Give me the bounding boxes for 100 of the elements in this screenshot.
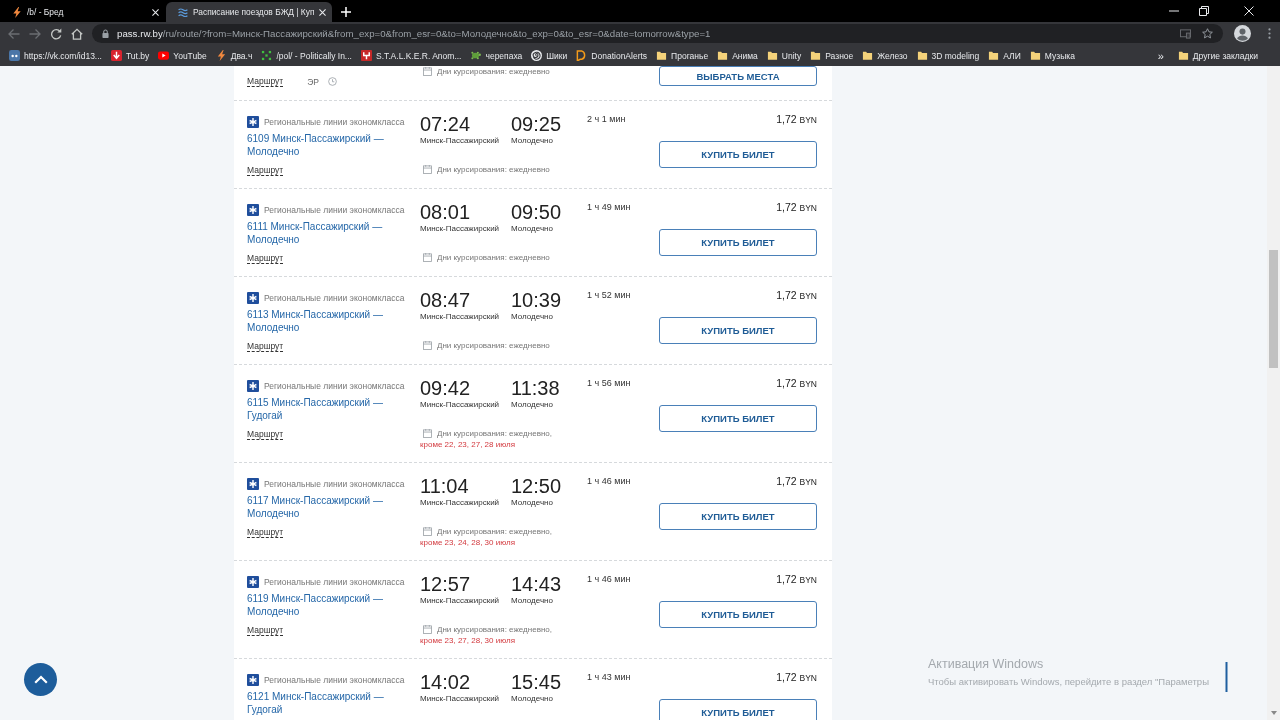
browser-tab[interactable]: /b/ - Бред [0, 2, 166, 22]
arrival-time: 15:45 [511, 671, 562, 693]
close-tab-icon[interactable] [319, 8, 327, 16]
ticket-price: 1,72 BYN [776, 475, 817, 489]
choose-seats-button[interactable]: ВЫБРАТЬ МЕСТА [659, 66, 817, 86]
bookmark[interactable]: Музыка [1029, 50, 1075, 61]
dots-icon [261, 50, 273, 61]
departure-station: Минск-Пассажирский [420, 311, 500, 322]
ticket-price: 1,72 BYN [776, 573, 817, 587]
route-link[interactable]: Маршрут [247, 429, 284, 440]
arrival-time: 12:50 [511, 475, 562, 497]
departure-station: Минск-Пассажирский [420, 223, 500, 234]
route-link[interactable]: Маршрут [247, 625, 284, 636]
clock-icon [328, 77, 337, 86]
bookmark[interactable]: S.T.A.L.K.E.R. Anom... [360, 50, 462, 61]
bookmark[interactable]: /pol/ - Politically In... [261, 50, 352, 61]
activation-title: Активация Windows [928, 657, 1045, 672]
train-category: Региональные линии экономкласса [264, 478, 405, 490]
train-name-link[interactable]: 6115 Минск-Пассажирский — Гудогай [247, 396, 397, 422]
travel-duration: 1 ч 46 мин [587, 573, 631, 586]
train-name-link[interactable]: 6113 Минск-Пассажирский — Молодечно [247, 308, 397, 334]
train-name-link[interactable]: 6121 Минск-Пассажирский — Гудогай [247, 690, 397, 716]
scrollbar-thumb[interactable] [1269, 250, 1278, 368]
route-link[interactable]: Маршрут [247, 341, 284, 352]
restore-icon[interactable] [1199, 6, 1209, 16]
other-bookmarks-folder[interactable]: Другие закладки [1177, 50, 1258, 61]
bookmark[interactable]: черепаха [470, 50, 523, 61]
arrival-station: Молодечно [511, 135, 553, 146]
route-link[interactable]: Маршрут [247, 527, 284, 538]
bookmark[interactable]: Два.ч [215, 50, 253, 61]
arrival-time: 14:43 [511, 573, 562, 595]
buy-ticket-button[interactable]: КУПИТЬ БИЛЕТ [659, 405, 817, 432]
square-emblem-icon [247, 116, 259, 128]
waves-icon [178, 6, 188, 18]
buy-ticket-button[interactable]: КУПИТЬ БИЛЕТ [659, 503, 817, 530]
running-days: Дни курсирования: ежедневно [437, 340, 550, 351]
route-link[interactable]: Маршрут [247, 253, 284, 264]
activation-message: Чтобы активировать Windows, перейдите в раздел "Параметры [928, 675, 1209, 688]
train-category: Региональные линии экономкласса [264, 380, 405, 392]
square-emblem-icon [247, 380, 259, 392]
departure-time: 14:02 [420, 671, 471, 693]
arrival-time: 10:39 [511, 289, 562, 311]
bookmark[interactable]: 3D modeling [916, 50, 980, 61]
bookmark[interactable]: Железо [862, 50, 908, 61]
browser-tab[interactable]: Расписание поездов БЖД | Куп [166, 2, 332, 22]
arrival-time: 09:50 [511, 201, 562, 223]
buy-ticket-button[interactable]: КУПИТЬ БИЛЕТ [659, 229, 817, 256]
address-bar[interactable]: pass.rw.by/ru/route/?from=Минск-Пассажирский&from_exp=0&from_esr=0&to=Молодечно&to_exp=0&to_esr=0&date=tomorrow&type=1 [92, 24, 1223, 43]
buy-ticket-button[interactable]: КУПИТЬ БИЛЕТ [659, 317, 817, 344]
route-link[interactable]: Маршрут [247, 165, 284, 176]
close-tab-icon[interactable] [152, 8, 159, 16]
running-exceptions: кроме 22, 23, 27, 28 июля [420, 439, 515, 450]
bookmark[interactable]: Анима [717, 50, 758, 61]
ticket-price: 1,72 BYN [776, 377, 817, 391]
departure-time: 09:42 [420, 377, 471, 399]
bookmark[interactable]: Unity [766, 50, 802, 61]
bookmark[interactable]: https://vk.com/id13... [9, 50, 102, 61]
bookmark[interactable]: YouTube [158, 50, 207, 61]
route-link[interactable]: Маршрут [247, 76, 284, 87]
bookmark[interactable]: Проганье [656, 50, 709, 61]
home-button[interactable] [71, 27, 83, 40]
screen-icon[interactable] [1180, 28, 1191, 39]
buy-ticket-button[interactable]: КУПИТЬ БИЛЕТ [659, 699, 817, 720]
bookmark[interactable]: АЛИ [988, 50, 1021, 61]
train-name-link[interactable]: 6117 Минск-Пассажирский — Молодечно [247, 494, 397, 520]
close-icon[interactable] [1244, 6, 1254, 16]
scrollbar-track[interactable] [1267, 66, 1280, 720]
ticket-price: 1,72 BYN [776, 113, 817, 127]
folder-icon [988, 50, 1000, 61]
menu-icon[interactable] [1268, 28, 1271, 39]
folder-icon [717, 50, 729, 61]
calendar-icon [423, 527, 432, 536]
lightning-icon [12, 6, 22, 18]
bookmark[interactable]: Шики [531, 50, 568, 61]
fork-icon [360, 50, 372, 61]
folder-icon [862, 50, 874, 61]
scroll-down-arrow-icon[interactable] [1270, 711, 1277, 715]
arrival-time: 09:25 [511, 113, 562, 135]
avatar-icon[interactable] [1234, 25, 1251, 42]
folder-icon [1177, 50, 1189, 61]
star-icon[interactable] [1202, 28, 1213, 39]
bookmark[interactable]: Разное [810, 50, 854, 61]
new-tab-icon[interactable] [341, 7, 351, 17]
bookmark[interactable]: DonationAlerts [576, 50, 648, 61]
buy-ticket-button[interactable]: КУПИТЬ БИЛЕТ [659, 141, 817, 168]
train-category: Региональные линии экономкласса [264, 204, 405, 216]
train-name-link[interactable]: 6119 Минск-Пассажирский — Молодечно [247, 592, 397, 618]
bookmark[interactable]: Tut.by [110, 50, 150, 61]
ticket-price: 1,72 BYN [776, 671, 817, 685]
calendar-icon [423, 253, 432, 262]
buy-ticket-button[interactable]: КУПИТЬ БИЛЕТ [659, 601, 817, 628]
more-bookmarks-button[interactable]: » [1157, 49, 1164, 62]
train-name-link[interactable]: 6109 Минск-Пассажирский — Молодечно [247, 132, 397, 158]
forward-arrow-icon [29, 27, 41, 40]
lock-icon [102, 29, 109, 38]
train-name-link[interactable]: 6111 Минск-Пассажирский — Молодечно [247, 220, 397, 246]
turtle-icon [470, 50, 482, 61]
square-emblem-icon [247, 576, 259, 588]
reload-button[interactable] [50, 27, 62, 40]
scroll-to-top-button[interactable] [24, 663, 57, 696]
